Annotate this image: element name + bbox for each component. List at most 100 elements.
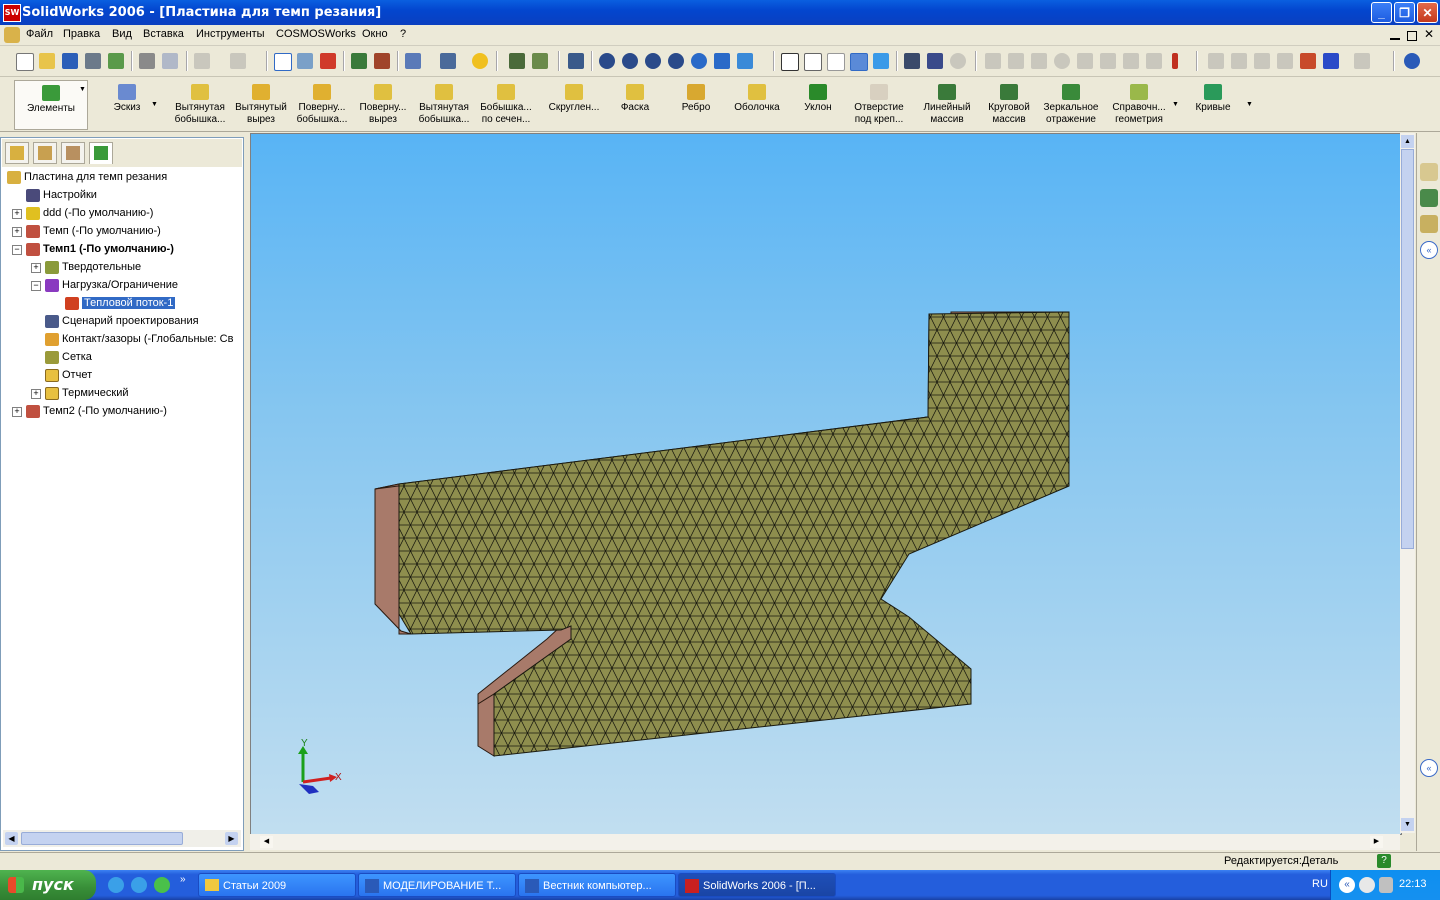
tab-features[interactable]: Элементы <box>14 80 88 130</box>
help-icon[interactable] <box>472 53 488 69</box>
tree-item-loads[interactable]: Нагрузка/Ограничение <box>45 277 178 294</box>
extruded-boss-button[interactable]: Вытянутая бобышка... <box>170 80 230 128</box>
scroll-left-icon[interactable]: ◀ <box>260 836 273 848</box>
view-orientation-icon[interactable] <box>737 53 753 69</box>
doc-restore-icon[interactable] <box>1407 31 1417 41</box>
collapse-pane-icon[interactable]: « <box>1420 759 1438 777</box>
expand-pane-icon[interactable]: « <box>1420 241 1438 259</box>
collapse-icon[interactable]: − <box>12 245 22 255</box>
zoom-area-icon[interactable] <box>622 53 638 69</box>
language-indicator[interactable]: RU <box>1312 878 1328 890</box>
tree-item-design-scenario[interactable]: Сценарий проектирования <box>45 313 199 330</box>
select-pointer-icon[interactable] <box>274 53 292 71</box>
realview-icon[interactable] <box>950 53 966 69</box>
play-icon[interactable] <box>1354 53 1370 69</box>
cosmos-tool-6-icon[interactable] <box>1100 53 1116 69</box>
expand-icon[interactable]: + <box>31 263 41 273</box>
options-icon[interactable] <box>405 53 421 69</box>
tree-item-heat-flux[interactable]: Тепловой поток-1 <box>65 295 176 312</box>
graphics-viewport[interactable]: Y X <box>250 133 1402 835</box>
features-dropdown-icon[interactable]: ▼ <box>79 86 86 93</box>
make-drawing-icon[interactable] <box>85 53 101 69</box>
tree-item-temp1[interactable]: Темп1 (-По умолчанию-) <box>26 241 174 258</box>
shadows-icon[interactable] <box>904 53 920 69</box>
zoom-in-out-icon[interactable] <box>645 53 661 69</box>
shaded-icon[interactable] <box>873 53 889 69</box>
doc-minimize-icon[interactable] <box>1390 38 1400 40</box>
revolved-boss-button[interactable]: Поверну... бобышка... <box>292 80 352 128</box>
rib-button[interactable]: Ребро <box>670 80 722 128</box>
cosmos-result-icon[interactable] <box>1300 53 1316 69</box>
hole-wizard-button[interactable]: Отверстие под креп... <box>848 80 910 128</box>
chamfer-button[interactable]: Фаска <box>608 80 662 128</box>
fillet-button[interactable]: Скруглен... <box>544 80 604 128</box>
tree-item-mesh[interactable]: Сетка <box>45 349 92 366</box>
menu-help[interactable]: ? <box>400 28 406 40</box>
cosmos-tool-7-icon[interactable] <box>1123 53 1139 69</box>
scroll-left-icon[interactable]: ◀ <box>5 832 18 845</box>
curves-dropdown-icon[interactable]: ▼ <box>1246 101 1253 108</box>
expand-icon[interactable]: + <box>12 227 22 237</box>
wireframe-icon[interactable] <box>781 53 799 71</box>
tree-item-temp[interactable]: Темп (-По умолчанию-) <box>26 223 161 240</box>
tree-item-contact[interactable]: Контакт/зазоры (-Глобальные: Св <box>45 331 233 348</box>
tray-app-icon[interactable] <box>1359 877 1375 893</box>
pan-view-icon[interactable] <box>714 53 730 69</box>
task-word-1[interactable]: МОДЕЛИРОВАНИЕ Т... <box>358 873 516 897</box>
redo-icon[interactable] <box>230 53 246 69</box>
tree-horizontal-scrollbar[interactable]: ◀ ▶ <box>3 830 241 847</box>
menu-tools[interactable]: Инструменты <box>196 28 265 40</box>
tab-feature-tree[interactable] <box>5 142 29 164</box>
cosmos-tool-12-icon[interactable] <box>1277 53 1293 69</box>
macro-run-icon[interactable] <box>532 53 548 69</box>
scroll-right-icon[interactable]: ▶ <box>225 832 238 845</box>
cosmos-tool-10-icon[interactable] <box>1231 53 1247 69</box>
cosmos-tool-1-icon[interactable] <box>985 53 1001 69</box>
macro-icon[interactable] <box>509 53 525 69</box>
start-button[interactable]: пуск <box>0 870 96 900</box>
rebuild-sketch-icon[interactable] <box>297 53 313 69</box>
vertical-scroll-thumb[interactable] <box>1401 149 1414 549</box>
meshed-part-model[interactable]: Y X <box>251 134 1401 834</box>
open-folder-icon[interactable] <box>39 53 55 69</box>
tab-cosmosworks-manager[interactable] <box>89 142 113 164</box>
cosmos-tool-11-icon[interactable] <box>1254 53 1270 69</box>
undo-icon[interactable] <box>194 53 210 69</box>
selection-filter-icon[interactable] <box>568 53 584 69</box>
linear-pattern-button[interactable]: Линейный массив <box>918 80 976 128</box>
lofted-boss-button[interactable]: Бобышка... по сечен... <box>476 80 536 128</box>
ie-quicklaunch-icon[interactable] <box>108 877 124 893</box>
doc-close-icon[interactable]: ✕ <box>1424 27 1434 41</box>
make-assembly-icon[interactable] <box>108 53 124 69</box>
curves-button[interactable]: Кривые <box>1188 80 1238 128</box>
reference-dropdown-icon[interactable]: ▼ <box>1172 101 1179 108</box>
design-library-icon[interactable] <box>1420 189 1438 207</box>
customize-icon[interactable] <box>440 53 456 69</box>
close-button[interactable]: ✕ <box>1417 2 1438 23</box>
tree-item-temp2[interactable]: Темп2 (-По умолчанию-) <box>26 403 167 420</box>
tree-item-thermal[interactable]: Термический <box>45 385 129 402</box>
circular-pattern-button[interactable]: Круговой массив <box>980 80 1038 128</box>
expand-icon[interactable]: + <box>12 407 22 417</box>
save-icon[interactable] <box>62 53 78 69</box>
ie-quicklaunch-icon-2[interactable] <box>131 877 147 893</box>
swept-boss-button[interactable]: Вытянутая бобышка... <box>414 80 474 128</box>
print-preview-icon[interactable] <box>162 53 178 69</box>
tree-item-ddd[interactable]: ddd (-По умолчанию-) <box>26 205 153 222</box>
hidden-lines-removed-icon[interactable] <box>827 53 845 71</box>
search-icon[interactable] <box>1404 53 1420 69</box>
thermometer-icon[interactable] <box>1172 53 1178 69</box>
scroll-right-icon[interactable]: ▶ <box>1370 836 1383 848</box>
task-word-2[interactable]: Вестник компьютер... <box>518 873 676 897</box>
rotate-view-icon[interactable] <box>691 53 707 69</box>
tree-item-report[interactable]: Отчет <box>45 367 92 384</box>
reference-geometry-button[interactable]: Справочн... геометрия <box>1108 80 1170 128</box>
zoom-selection-icon[interactable] <box>668 53 684 69</box>
volume-icon[interactable] <box>1379 877 1393 893</box>
tab-configuration-manager[interactable] <box>61 142 85 164</box>
scroll-thumb[interactable] <box>21 832 183 845</box>
shell-button[interactable]: Оболочка <box>728 80 786 128</box>
expand-icon[interactable]: + <box>12 209 22 219</box>
task-solidworks[interactable]: SolidWorks 2006 - [П... <box>678 873 836 897</box>
home-icon[interactable] <box>1420 163 1438 181</box>
